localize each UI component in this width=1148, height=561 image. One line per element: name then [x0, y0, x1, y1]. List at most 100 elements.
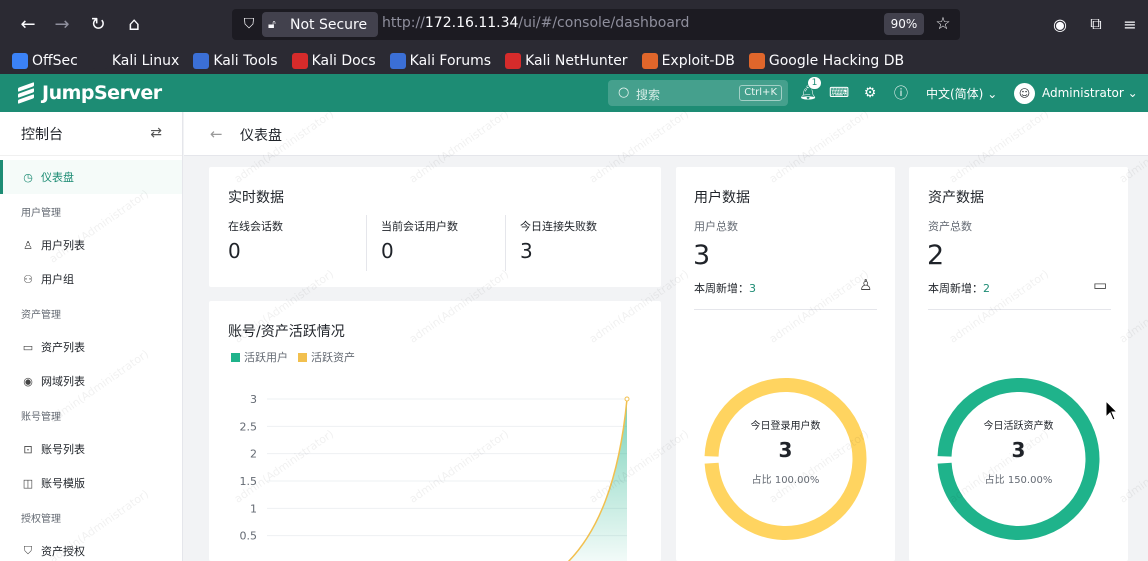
- sidebar-group-label: 资产管理: [21, 309, 61, 321]
- mouse-cursor-icon: [1105, 400, 1119, 421]
- sidebar-item-label: 账号模版: [41, 477, 85, 490]
- bookmark-kali-docs[interactable]: Kali Docs: [291, 53, 376, 69]
- back-arrow-icon[interactable]: ←: [14, 10, 42, 38]
- site-security-button[interactable]: 🔓︎ Not Secure: [262, 12, 378, 37]
- user-name: Administrator: [1042, 86, 1124, 100]
- users-total-label: 用户总数: [694, 220, 738, 233]
- activity-chart-card: 账号/资产活跃情况 活跃用户 活跃资产 3 2.5 2 1.5 1 0.5: [209, 301, 661, 561]
- sidebar-item[interactable]: ⚇ 用户组: [0, 262, 182, 296]
- divider: [694, 309, 877, 310]
- forward-arrow-icon[interactable]: →: [48, 10, 76, 38]
- assets-week-label: 本周新增：: [928, 282, 983, 295]
- y-tick-label: 1.5: [240, 475, 258, 488]
- y-tick-label: 2: [250, 448, 257, 461]
- reload-icon[interactable]: ↻: [84, 10, 112, 38]
- shield-check-icon: ⛉: [23, 544, 33, 557]
- session-users-label: 当前会话用户数: [381, 220, 458, 233]
- users-week-label: 本周新增：: [694, 282, 749, 295]
- divider: [505, 215, 506, 271]
- bookmark-label: Kali Forums: [409, 53, 492, 69]
- sidebar-group-label: 授权管理: [21, 513, 61, 525]
- dashboard-icon: ◷: [23, 170, 33, 184]
- users-week-new: 本周新增：3: [694, 280, 756, 296]
- bookmarks-toolbar: OffSec Kali Linux Kali Tools Kali Docs Kali …: [0, 48, 1148, 74]
- assets-card-title: 资产数据: [928, 190, 984, 206]
- users-total-value: 3: [693, 240, 711, 271]
- sidebar-item[interactable]: ⊡ 账号列表: [0, 432, 182, 466]
- extensions-icon[interactable]: ⧉: [1082, 10, 1110, 38]
- sidebar-item[interactable]: ◷ 仪表盘: [0, 160, 182, 194]
- global-search-input[interactable]: ○ 搜索 Ctrl+K: [608, 80, 788, 106]
- sidebar-item[interactable]: ▭ 资产列表: [0, 330, 182, 364]
- bookmark-exploit-db[interactable]: Exploit-DB: [641, 53, 735, 69]
- app-header: JumpServer ○ 搜索 Ctrl+K 🔔︎ 1 ⌨ ⚙ ⓘ 中文(简体)…: [0, 74, 1148, 112]
- bookmark-label: OffSec: [32, 53, 78, 69]
- user-icon: ♙: [859, 276, 873, 294]
- realtime-card: 实时数据 在线会话数 0 当前会话用户数 0 今日连接失败数 3: [209, 167, 661, 287]
- realtime-title: 实时数据: [228, 190, 284, 206]
- offsec-icon: [12, 53, 28, 69]
- help-icon[interactable]: ⓘ: [892, 84, 910, 102]
- search-placeholder: 搜索: [636, 88, 661, 102]
- zoom-level-button[interactable]: 90%: [884, 13, 924, 35]
- data-point[interactable]: [624, 396, 630, 402]
- sidebar-menu: ◷ 仪表盘 用户管理 ♙ 用户列表 ⚇ 用户组 资产管理 ▭ 资产列表 ◉ 网域列表 账号管理 ⊡ 账号列表…: [0, 156, 182, 561]
- sidebar-item-label: 仪表盘: [41, 171, 74, 184]
- home-icon[interactable]: ⌂: [120, 10, 148, 38]
- sidebar-item-label: 网域列表: [41, 375, 85, 388]
- sidebar-item-label: 用户列表: [41, 239, 85, 252]
- bookmark-kali-forums[interactable]: Kali Forums: [389, 53, 492, 69]
- sidebar-title: 控制台: [21, 126, 63, 143]
- bookmark-kali-tools[interactable]: Kali Tools: [193, 53, 278, 69]
- search-icon: ○: [618, 85, 630, 100]
- url-text[interactable]: http://172.16.11.34/ui/#/console/dashboa…: [382, 15, 689, 31]
- y-tick-label: 0.5: [240, 530, 258, 543]
- not-secure-label: Not Secure: [290, 16, 368, 33]
- brand-name: JumpServer: [42, 82, 162, 104]
- sidebar-item[interactable]: ◫ 账号模版: [0, 466, 182, 500]
- bookmark-kali-nethunter[interactable]: Kali NetHunter: [505, 53, 628, 69]
- bookmark-google-hacking-db[interactable]: Google Hacking DB: [748, 53, 904, 69]
- users-card-title: 用户数据: [694, 190, 750, 206]
- sidebar-item-label: 用户组: [41, 273, 74, 286]
- menu-icon[interactable]: ≡: [1116, 10, 1144, 38]
- assets-card: 资产数据 资产总数 2 本周新增：2 ▭ 今日活跃资产数 3 占比 150.00…: [909, 167, 1128, 561]
- failed-connections-label: 今日连接失败数: [520, 220, 597, 233]
- shield-icon[interactable]: ⛉: [240, 15, 258, 33]
- gear-icon[interactable]: ⚙: [861, 84, 879, 102]
- switch-view-icon[interactable]: ⇄: [150, 125, 162, 141]
- sidebar-item[interactable]: ♙ 用户列表: [0, 228, 182, 262]
- sidebar-item[interactable]: ◉ 网域列表: [0, 364, 182, 398]
- user-icon: ♙: [23, 238, 33, 252]
- bookmark-offsec[interactable]: OffSec: [12, 53, 78, 69]
- ghdb-icon: [748, 53, 765, 69]
- series-area-users: [568, 399, 627, 561]
- bookmark-label: Kali Tools: [213, 53, 278, 69]
- location-icon: ◉: [23, 374, 33, 388]
- terminal-icon[interactable]: ⌨: [829, 84, 849, 102]
- assets-ring-value: 3: [1011, 438, 1026, 462]
- jumpserver-logo[interactable]: JumpServer: [16, 82, 162, 104]
- kali-tools-icon: [193, 53, 210, 69]
- bookmark-star-icon[interactable]: ☆: [932, 13, 954, 35]
- account-icon[interactable]: ◉: [1046, 10, 1074, 38]
- kali-docs-icon: [291, 53, 308, 69]
- jumpserver-logo-icon: [16, 82, 36, 104]
- back-arrow-icon[interactable]: ←: [210, 125, 223, 143]
- users-ring-label: 今日登录用户数: [750, 421, 821, 432]
- assets-ring-ratio: 占比 150.00%: [984, 475, 1053, 486]
- avatar[interactable]: ☺: [1014, 83, 1035, 104]
- chevron-down-icon: ⌄: [1127, 86, 1138, 100]
- sidebar-item[interactable]: ⛉ 资产授权: [0, 534, 182, 561]
- address-bar[interactable]: ⛉ 🔓︎ Not Secure http://172.16.11.34/ui/#…: [232, 9, 960, 40]
- language-select[interactable]: 中文(简体) ⌄: [926, 85, 997, 102]
- insecure-lock-icon: 🔓︎: [268, 17, 276, 31]
- user-menu[interactable]: Administrator ⌄: [1042, 86, 1138, 100]
- sidebar-item-label: 账号列表: [41, 443, 85, 456]
- url-path: /ui/#/console/dashboard: [518, 15, 690, 31]
- users-ring-value: 3: [778, 438, 793, 462]
- bookmark-kali-linux[interactable]: Kali Linux: [91, 53, 179, 69]
- kali-nethunter-icon: [505, 53, 522, 69]
- sidebar-item-label: 资产列表: [41, 341, 85, 354]
- lock-icon: ⊡: [23, 442, 33, 456]
